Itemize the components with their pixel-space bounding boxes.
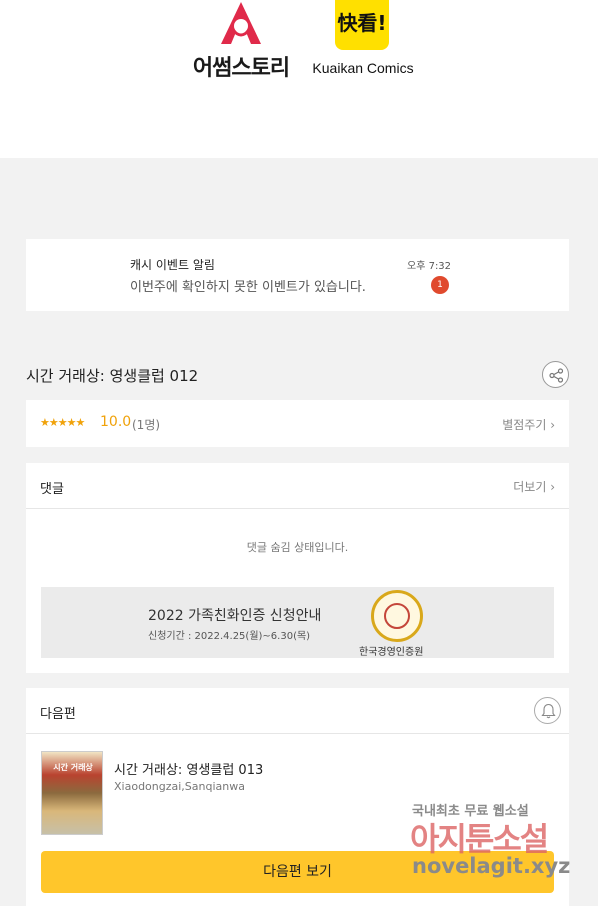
- next-title: 다음편: [40, 707, 76, 722]
- next-header: 다음편: [26, 688, 569, 734]
- notification-card[interactable]: 캐시 이벤트 알림 이번주에 확인하지 못한 이벤트가 있습니다. 오후 7:3…: [26, 239, 569, 311]
- banner-title: 2022 가족친화인증 신청안내: [148, 608, 322, 624]
- share-icon: [549, 368, 564, 383]
- rating-count: (1명): [132, 418, 161, 432]
- share-button[interactable]: [542, 361, 569, 388]
- comments-header: 댓글 더보기 ›: [26, 463, 569, 509]
- rating-stars: ★★★★★: [40, 416, 85, 429]
- next-episode-thumbnail[interactable]: 시간 거래상: [41, 751, 103, 835]
- awesome-story-mark-icon: [221, 2, 261, 44]
- kuaikan-mark: 快看!: [335, 0, 389, 50]
- next-episode-authors: Xiaodongzai,Sanqianwa: [114, 780, 245, 793]
- thumbnail-title-art: 시간 거래상: [53, 763, 93, 772]
- notification-message: 이번주에 확인하지 못한 이벤트가 있습니다.: [130, 280, 366, 295]
- episode-title: 시간 거래상: 영생클럽 012: [26, 367, 199, 385]
- kuaikan-text: Kuaikan Comics: [312, 60, 414, 76]
- site-watermark: 국내최초 무료 웹소설 아지툰소설 novelagit.xyz: [410, 800, 580, 890]
- notify-bell-button[interactable]: [534, 697, 561, 724]
- rate-button[interactable]: 별점주기 ›: [502, 416, 555, 433]
- certification-seal-icon: [371, 590, 423, 642]
- awesome-story-logo: 어썸스토리: [185, 0, 297, 81]
- notification-title: 캐시 이벤트 알림: [130, 258, 215, 272]
- comments-card: 댓글 더보기 › 댓글 숨김 상태입니다. 2022 가족친화인증 신청안내 신…: [26, 463, 569, 673]
- comments-hidden-notice: 댓글 숨김 상태입니다.: [246, 541, 349, 554]
- banner-org-label: 한국경영인증원: [359, 647, 424, 658]
- kuaikan-logo: 快看! Kuaikan Comics: [305, 0, 421, 80]
- comments-title: 댓글: [40, 482, 64, 497]
- family-cert-banner[interactable]: 2022 가족친화인증 신청안내 신청기간 : 2022.4.25(월)~6.3…: [41, 587, 554, 658]
- watermark-line3: novelagit.xyz: [412, 854, 571, 878]
- notification-time: 오후 7:32: [407, 261, 452, 272]
- notification-badge: 1: [431, 276, 449, 294]
- next-episode-title[interactable]: 시간 거래상: 영생클럽 013: [114, 759, 263, 778]
- header-logos: 어썸스토리 快看! Kuaikan Comics: [0, 0, 598, 158]
- rating-score: 10.0: [100, 414, 132, 430]
- awesome-story-text: 어썸스토리: [192, 56, 290, 81]
- banner-subtitle: 신청기간 : 2022.4.25(월)~6.30(목): [148, 631, 311, 642]
- rating-card: ★★★★★ 10.0 (1명) 별점주기 ›: [26, 400, 569, 447]
- comments-more-link[interactable]: 더보기 ›: [513, 478, 555, 495]
- bell-icon: [541, 703, 556, 719]
